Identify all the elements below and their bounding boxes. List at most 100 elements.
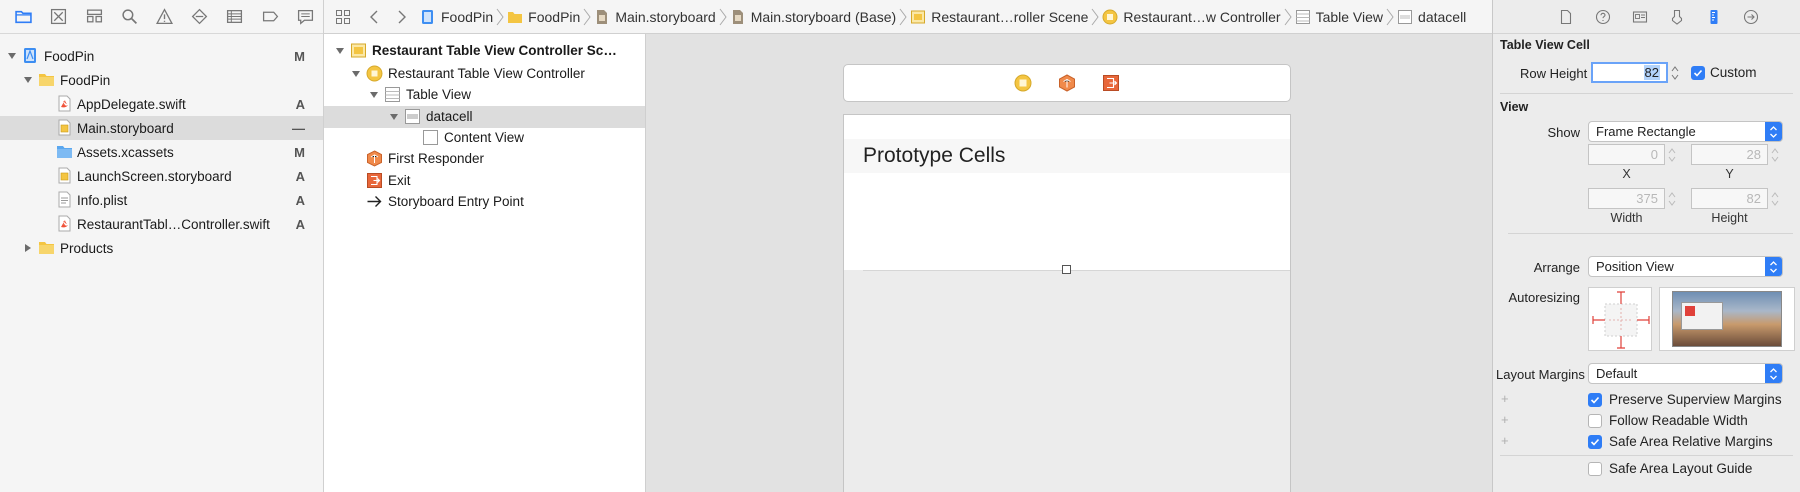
plus-icon[interactable]: +	[1501, 412, 1509, 427]
plus-icon[interactable]: +	[1501, 391, 1509, 406]
connections-inspector-icon[interactable]	[1732, 0, 1769, 34]
outline-item-view-controller[interactable]: Restaurant Table View Controller	[324, 63, 645, 85]
symbol-icon[interactable]	[76, 0, 111, 34]
scm-status-badge: —	[292, 121, 305, 136]
table-view-controller-scene[interactable]: Prototype Cells	[843, 114, 1291, 492]
layout-margins-popup[interactable]: Default	[1588, 363, 1783, 384]
tree-item-file[interactable]: Assets.xcassets M	[0, 140, 323, 164]
scene-dock	[843, 64, 1291, 102]
tree-item-label: RestaurantTabl…Controller.swift	[77, 217, 270, 232]
breadcrumb-storyboard[interactable]: Main.storyboard	[594, 0, 716, 34]
outline-item-entry-point[interactable]: Storyboard Entry Point	[324, 191, 645, 213]
tree-item-file[interactable]: Info.plist A	[0, 188, 323, 212]
x-field[interactable]: 0	[1588, 144, 1665, 165]
breadcrumb-folder[interactable]: FoodPin	[507, 0, 580, 34]
tree-item-folder[interactable]: FoodPin	[0, 68, 323, 92]
outline-item-label: Content View	[444, 130, 525, 145]
test-icon[interactable]	[182, 0, 217, 34]
size-inspector-icon[interactable]	[1695, 0, 1732, 34]
disclosure-expanded-icon[interactable]	[22, 74, 34, 86]
width-field[interactable]: 375	[1588, 188, 1665, 209]
show-popup-value: Frame Rectangle	[1596, 124, 1696, 139]
first-responder-icon[interactable]	[1058, 74, 1076, 92]
y-stepper[interactable]	[1770, 144, 1780, 165]
arrange-popup[interactable]: Position View	[1588, 256, 1783, 277]
folder-icon[interactable]	[6, 0, 41, 34]
back-chevron-icon[interactable]	[362, 0, 388, 34]
tree-item-file[interactable]: LaunchScreen.storyboard A	[0, 164, 323, 188]
exit-icon[interactable]	[1102, 74, 1120, 92]
view-controller-icon[interactable]	[1014, 74, 1032, 92]
issue-icon[interactable]	[147, 0, 182, 34]
tree-item-file[interactable]: AppDelegate.swift A	[0, 92, 323, 116]
breadcrumb-label: Restaurant…w Controller	[1123, 8, 1281, 25]
width-stepper[interactable]	[1667, 188, 1677, 209]
breadcrumb-view-controller[interactable]: Restaurant…w Controller	[1102, 0, 1281, 34]
navigator-toolbar	[0, 0, 323, 34]
preserve-superview-margins-checkbox[interactable]	[1588, 393, 1602, 407]
breadcrumb-scene[interactable]: Restaurant…roller Scene	[910, 0, 1088, 34]
section-title-view: View	[1500, 100, 1529, 114]
safe-area-layout-guide-checkbox[interactable]	[1588, 462, 1602, 476]
y-field[interactable]: 28	[1691, 144, 1768, 165]
autoresizing-mask-editor[interactable]	[1588, 287, 1652, 351]
row-height-stepper[interactable]	[1670, 62, 1680, 83]
source-control-icon[interactable]	[41, 0, 76, 34]
height-stepper[interactable]	[1770, 188, 1780, 209]
height-label: Height	[1711, 211, 1748, 225]
disclosure-expanded-icon[interactable]	[350, 68, 362, 80]
outline-item-label: First Responder	[388, 151, 485, 166]
follow-readable-width-checkbox[interactable]	[1588, 414, 1602, 428]
breadcrumb-table-view[interactable]: Table View	[1295, 0, 1383, 34]
outline-item-exit[interactable]: Exit	[324, 170, 645, 192]
tree-item-label: Assets.xcassets	[77, 145, 174, 160]
breakpoint-icon[interactable]	[253, 0, 288, 34]
file-inspector-icon[interactable]	[1547, 0, 1584, 34]
disclosure-collapsed-icon[interactable]	[22, 242, 34, 254]
report-icon[interactable]	[288, 0, 323, 34]
view-controller-icon	[1102, 9, 1118, 24]
breadcrumb-storyboard-base[interactable]: Main.storyboard (Base)	[730, 0, 896, 34]
attributes-inspector-icon[interactable]	[1658, 0, 1695, 34]
storyboard-canvas[interactable]: Prototype Cells	[646, 34, 1492, 492]
tree-item-file-selected[interactable]: Main.storyboard —	[0, 116, 323, 140]
cell-resize-handle[interactable]	[1062, 265, 1071, 274]
safe-area-relative-margins-checkbox[interactable]	[1588, 435, 1602, 449]
storyboard-file-icon	[56, 119, 73, 136]
help-inspector-icon[interactable]	[1584, 0, 1621, 34]
height-field[interactable]: 82	[1691, 188, 1768, 209]
related-items-icon[interactable]	[330, 0, 356, 34]
outline-item-datacell[interactable]: datacell	[324, 106, 645, 128]
forward-chevron-icon[interactable]	[388, 0, 414, 34]
x-stepper[interactable]	[1667, 144, 1677, 165]
custom-row-height-checkbox[interactable]	[1691, 66, 1705, 80]
tree-item-folder[interactable]: Products	[0, 236, 323, 260]
plus-icon[interactable]: +	[1501, 433, 1509, 448]
disclosure-expanded-icon[interactable]	[388, 111, 400, 123]
identity-inspector-icon[interactable]	[1621, 0, 1658, 34]
disclosure-expanded-icon[interactable]	[334, 45, 346, 57]
layout-margins-label: Layout Margins	[1496, 367, 1585, 382]
disclosure-expanded-icon[interactable]	[368, 89, 380, 101]
outline-item-first-responder[interactable]: First Responder	[324, 148, 645, 170]
row-height-value: 82	[1643, 65, 1660, 80]
disclosure-expanded-icon[interactable]	[6, 50, 18, 62]
tree-item-project[interactable]: FoodPin M	[0, 44, 323, 68]
show-popup[interactable]: Frame Rectangle	[1588, 121, 1783, 142]
section-divider	[1508, 233, 1793, 234]
debug-icon[interactable]	[217, 0, 252, 34]
breadcrumb-project[interactable]: FoodPin	[420, 0, 493, 34]
scm-status-badge: M	[294, 145, 305, 160]
row-height-field[interactable]: 82	[1591, 62, 1668, 83]
tree-item-file[interactable]: RestaurantTabl…Controller.swift A	[0, 212, 323, 236]
outline-item-content-view[interactable]: Content View	[324, 127, 645, 149]
breadcrumb-datacell[interactable]: datacell	[1397, 0, 1466, 34]
preview-window	[1681, 302, 1723, 330]
breadcrumb-label: FoodPin	[441, 8, 494, 25]
outline-item-table-view[interactable]: Table View	[324, 84, 645, 106]
section-divider	[1500, 93, 1793, 94]
x-value: 0	[1650, 147, 1658, 162]
find-icon[interactable]	[112, 0, 147, 34]
outline-item-scene[interactable]: Restaurant Table View Controller Sc…	[324, 40, 645, 62]
outline-item-label: datacell	[426, 109, 473, 124]
